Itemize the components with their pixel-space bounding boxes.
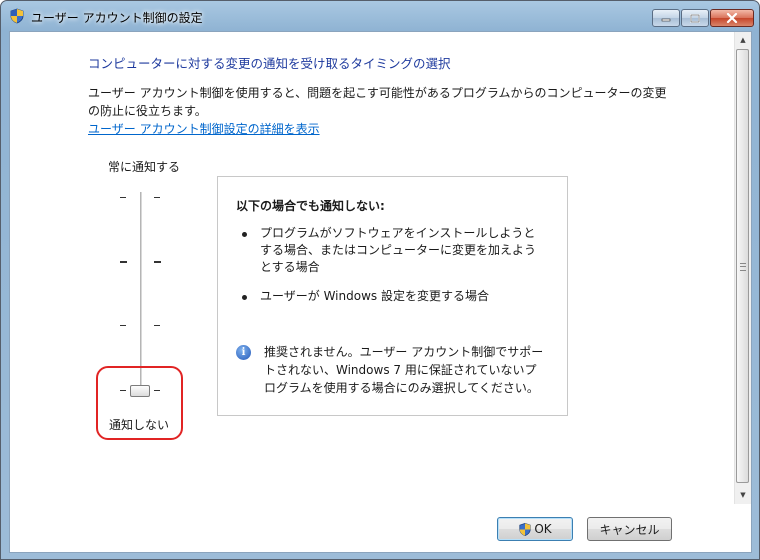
slider-tick bbox=[120, 261, 127, 263]
page-heading: コンピューターに対する変更の通知を受け取るタイミングの選択 bbox=[88, 56, 451, 71]
scroll-down-arrow-icon[interactable]: ▼ bbox=[735, 487, 751, 503]
ok-button[interactable]: OK bbox=[497, 517, 573, 541]
bullet-icon bbox=[242, 295, 247, 300]
scroll-up-arrow-icon[interactable]: ▲ bbox=[735, 32, 751, 48]
window-title: ユーザー アカウント制御の設定 bbox=[31, 11, 203, 25]
details-link[interactable]: ユーザー アカウント制御設定の詳細を表示 bbox=[88, 120, 320, 137]
setting-description-box: 以下の場合でも通知しない: プログラムがソフトウェアをインストールしようと する… bbox=[217, 176, 568, 416]
vertical-scrollbar[interactable]: ▲ ▼ bbox=[734, 32, 751, 504]
maximize-button[interactable] bbox=[681, 9, 709, 27]
ok-label: OK bbox=[534, 522, 552, 536]
bullet-item: プログラムがソフトウェアをインストールしようと する場合、またはコンピューターに… bbox=[260, 226, 537, 274]
caption-buttons bbox=[652, 9, 754, 27]
slider-tick bbox=[120, 197, 126, 198]
close-button[interactable] bbox=[710, 9, 754, 27]
minimize-button[interactable] bbox=[652, 9, 680, 27]
bullet-item: ユーザーが Windows 設定を変更する場合 bbox=[260, 289, 489, 303]
slider-tick bbox=[154, 197, 160, 198]
info-icon: i bbox=[236, 345, 251, 360]
uac-settings-window: ユーザー アカウント制御の設定 コンピューターに対する変更の通知を受け取るタイミ… bbox=[0, 0, 760, 560]
slider-tick bbox=[154, 325, 160, 326]
slider-track[interactable] bbox=[140, 192, 142, 392]
uac-shield-icon bbox=[10, 8, 24, 24]
highlight-ring bbox=[96, 366, 183, 440]
uac-shield-icon bbox=[519, 522, 531, 536]
slider-tick bbox=[154, 261, 161, 263]
maximize-icon bbox=[690, 13, 700, 23]
box-title: 以下の場合でも通知しない: bbox=[236, 199, 385, 213]
dialog-content: コンピューターに対する変更の通知を受け取るタイミングの選択 ユーザー アカウント… bbox=[9, 31, 752, 553]
scrollbar-thumb[interactable] bbox=[736, 49, 749, 483]
warning-note: 推奨されません。ユーザー アカウント制御でサポー トされない、Windows 7… bbox=[264, 345, 544, 395]
cancel-label: キャンセル bbox=[599, 522, 660, 537]
slider-top-label: 常に通知する bbox=[108, 160, 181, 174]
grip-icon bbox=[740, 263, 746, 271]
bullet-icon bbox=[242, 232, 247, 237]
minimize-icon bbox=[661, 18, 671, 22]
cancel-button[interactable]: キャンセル bbox=[587, 517, 672, 541]
title-bar[interactable]: ユーザー アカウント制御の設定 bbox=[1, 1, 759, 31]
description-text: ユーザー アカウント制御を使用すると、問題を起こす可能性があるプログラムからのコ… bbox=[88, 86, 667, 118]
close-icon bbox=[726, 13, 738, 23]
slider-tick bbox=[120, 325, 126, 326]
